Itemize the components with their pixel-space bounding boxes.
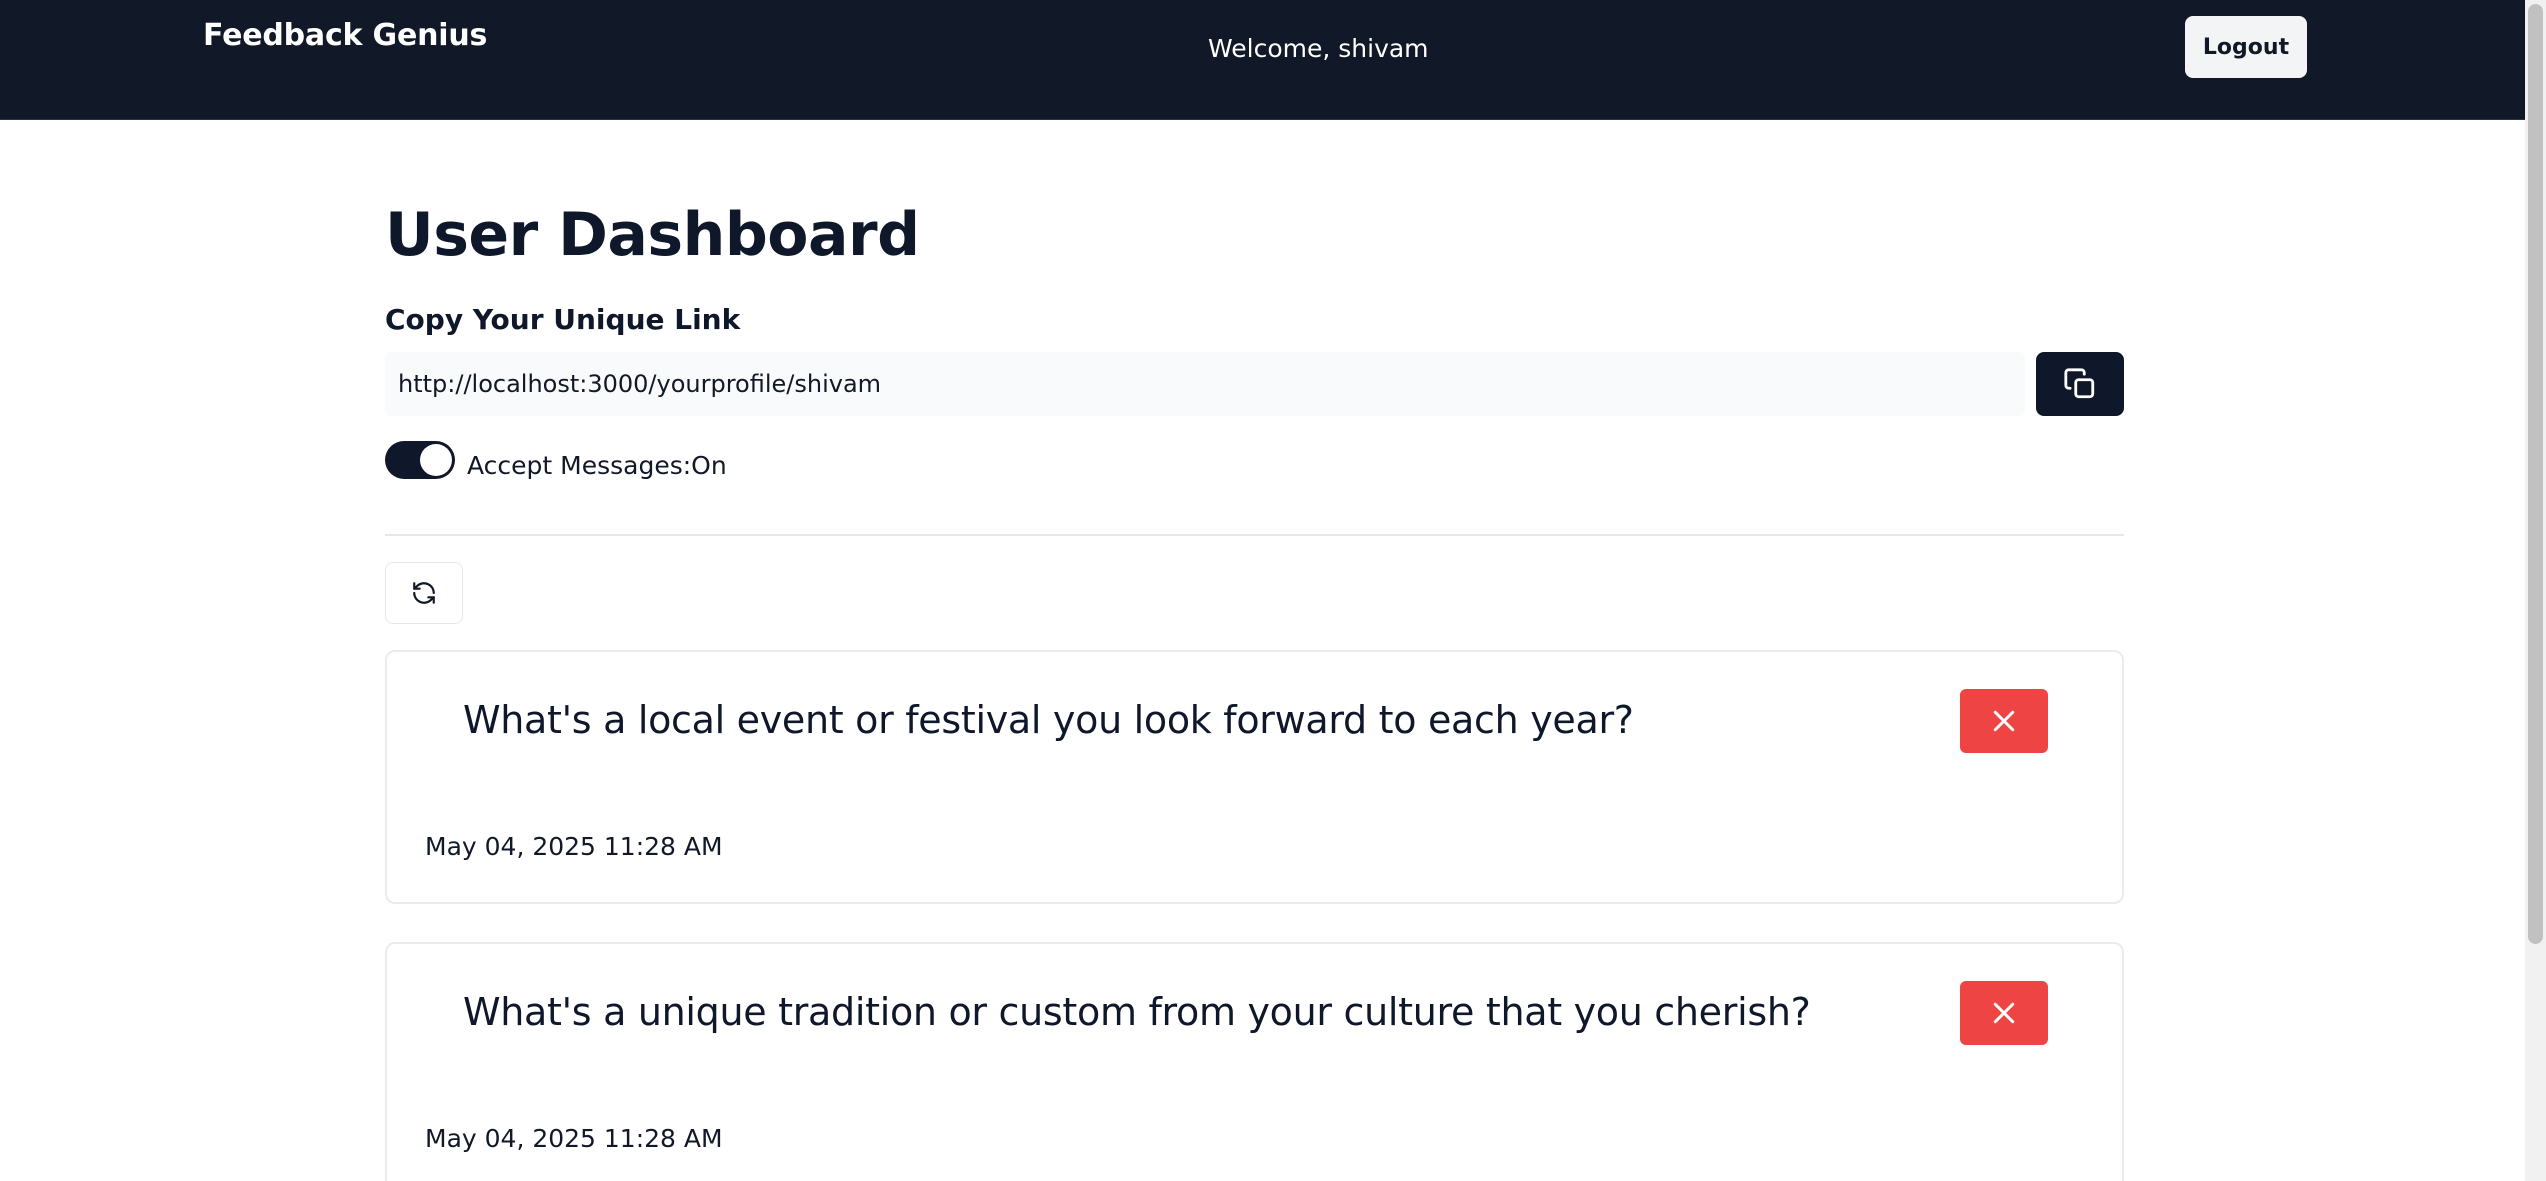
delete-message-button[interactable]: [1960, 689, 2048, 753]
message-content: What's a local event or festival you loo…: [463, 698, 1634, 742]
brand-logo-text[interactable]: Feedback Genius: [203, 18, 487, 53]
message-date: May 04, 2025 11:28 AM: [425, 1124, 723, 1153]
x-icon: [1993, 1002, 2015, 1024]
scrollbar-thumb[interactable]: [2528, 4, 2543, 944]
logout-button[interactable]: Logout: [2185, 16, 2307, 78]
switch-knob: [420, 444, 452, 476]
unique-link-input[interactable]: [385, 352, 2025, 416]
accept-messages-switch[interactable]: [385, 441, 455, 479]
message-card: What's a local event or festival you loo…: [385, 650, 2124, 904]
page-title: User Dashboard: [385, 200, 920, 270]
vertical-scrollbar[interactable]: [2525, 0, 2546, 1181]
message-date: May 04, 2025 11:28 AM: [425, 832, 723, 861]
message-content: What's a unique tradition or custom from…: [463, 990, 1811, 1034]
message-card: What's a unique tradition or custom from…: [385, 942, 2124, 1181]
top-navbar: Feedback Genius Welcome, shivam Logout: [0, 0, 2525, 120]
accept-messages-label: Accept Messages:On: [467, 451, 727, 480]
unique-link-heading: Copy Your Unique Link: [385, 303, 741, 336]
delete-message-button[interactable]: [1960, 981, 2048, 1045]
copy-icon: [2064, 368, 2095, 399]
page: Feedback Genius Welcome, shivam Logout U…: [0, 0, 2546, 1181]
copy-link-button[interactable]: [2036, 352, 2124, 416]
refresh-button[interactable]: [385, 562, 463, 624]
section-divider: [385, 534, 2124, 536]
welcome-text: Welcome, shivam: [1208, 34, 1429, 63]
refresh-icon: [413, 582, 435, 604]
x-icon: [1993, 710, 2015, 732]
